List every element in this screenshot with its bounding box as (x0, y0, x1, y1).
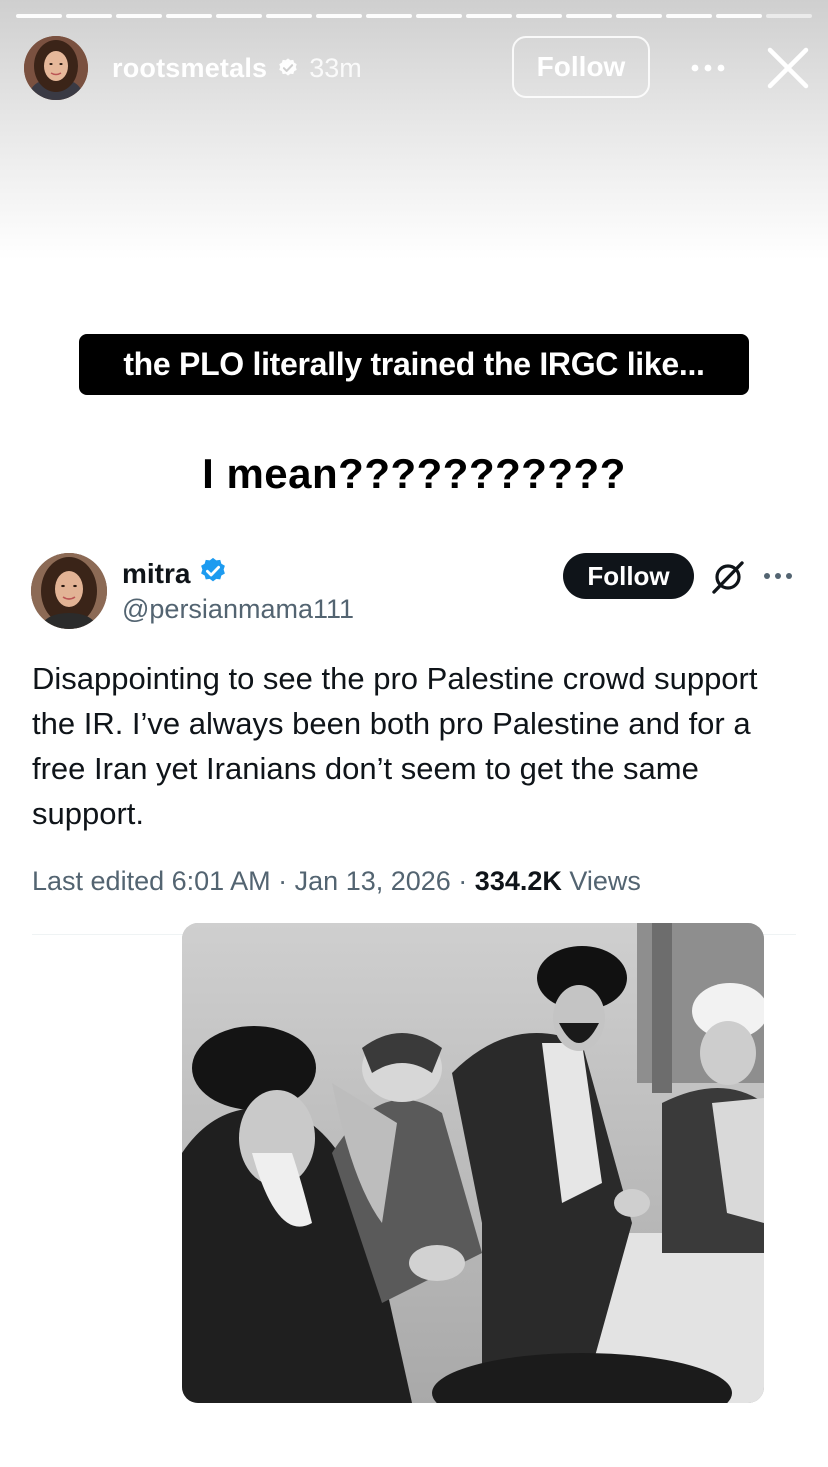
story-progress-segment (16, 14, 62, 18)
story-progress-segment (516, 14, 562, 18)
story-username[interactable]: rootsmetals (112, 53, 267, 84)
story-progress-segment (616, 14, 662, 18)
story-caption-text: I mean??????????? (202, 450, 626, 497)
close-icon[interactable] (764, 44, 812, 92)
tweet-edited-time[interactable]: Last edited 6:01 AM · Jan 13, 2026 · (32, 866, 475, 896)
tweet-handle[interactable]: @persianmama111 (122, 594, 354, 625)
story-user-info: rootsmetals 33m (112, 50, 362, 86)
story-caption-box: the PLO literally trained the IRGC like.… (79, 334, 749, 395)
story-progress-segment (166, 14, 212, 18)
story-header-background (0, 0, 828, 260)
story-progress-segment (416, 14, 462, 18)
story-progress-segment (316, 14, 362, 18)
story-avatar[interactable] (24, 36, 88, 100)
tweet-avatar[interactable] (31, 553, 107, 629)
story-progress-segment (766, 14, 812, 18)
story-progress-segment (716, 14, 762, 18)
story-progress-segment (116, 14, 162, 18)
tweet-metadata: Last edited 6:01 AM · Jan 13, 2026 · 334… (32, 866, 641, 897)
avatar-image (31, 553, 107, 629)
verified-badge-icon (277, 57, 299, 79)
story-follow-button[interactable]: Follow (512, 36, 650, 98)
more-horizontal-icon[interactable] (760, 562, 796, 590)
avatar-image (24, 36, 88, 100)
tweet-photo[interactable] (182, 923, 764, 1403)
story-progress-bar (16, 14, 812, 18)
tweet-author: mitra (122, 556, 228, 591)
story-progress-segment (566, 14, 612, 18)
tweet-views-count: 334.2K (474, 866, 562, 896)
more-horizontal-icon[interactable] (688, 48, 728, 88)
black-and-white-photo (182, 923, 764, 1403)
tweet-display-name[interactable]: mitra (122, 558, 190, 590)
story-progress-segment (266, 14, 312, 18)
story-progress-segment (366, 14, 412, 18)
tweet-body-text: Disappointing to see the pro Palestine c… (32, 661, 758, 831)
story-progress-segment (66, 14, 112, 18)
tweet-views-label: Views (561, 866, 641, 896)
story-progress-segment (666, 14, 712, 18)
grok-icon[interactable] (709, 558, 747, 596)
verified-badge-icon (198, 556, 228, 591)
story-progress-segment (216, 14, 262, 18)
story-progress-segment (466, 14, 512, 18)
tweet-follow-button[interactable]: Follow (563, 553, 694, 599)
story-time-ago: 33m (309, 52, 362, 83)
